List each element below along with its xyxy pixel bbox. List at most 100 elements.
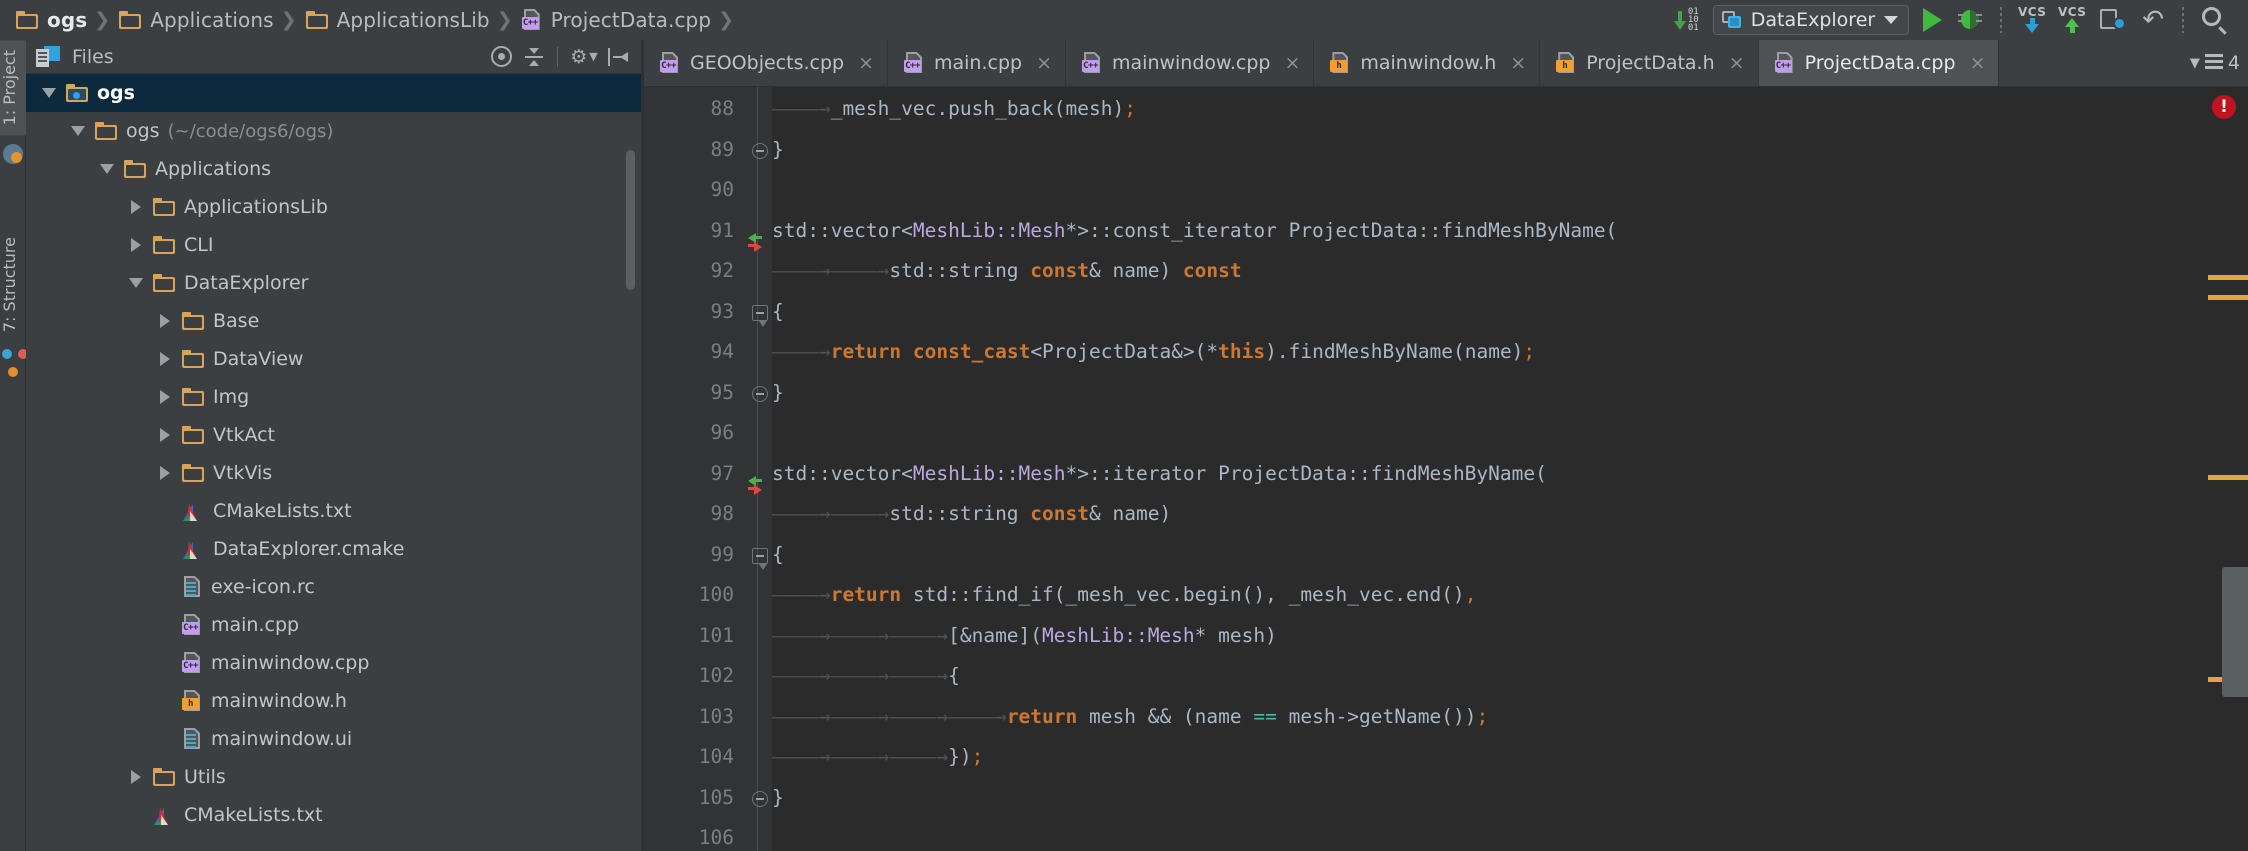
twisty-collapsed-icon[interactable] bbox=[123, 770, 149, 784]
code-editor[interactable]: 88 ————→_mesh_vec.push_back(mesh); 89} 90 91… bbox=[644, 87, 2248, 851]
tree-item[interactable]: CLI bbox=[26, 226, 641, 264]
file-tree-scrollbar[interactable] bbox=[626, 150, 635, 290]
twisty-expanded-icon[interactable] bbox=[36, 88, 62, 98]
code-token: *>::const_iterator bbox=[1065, 218, 1289, 242]
twisty-expanded-icon[interactable] bbox=[65, 126, 91, 136]
editor-tab-projectdata-h[interactable]: h ProjectData.h × bbox=[1540, 40, 1759, 86]
tree-item[interactable]: C++ mainwindow.cpp bbox=[26, 644, 641, 682]
tree-item[interactable]: CMakeLists.txt bbox=[26, 796, 641, 834]
tree-item[interactable]: Utils bbox=[26, 758, 641, 796]
editor-tab-label: mainwindow.cpp bbox=[1112, 52, 1271, 74]
close-icon[interactable]: × bbox=[1510, 52, 1526, 74]
tree-item[interactable]: DataView bbox=[26, 340, 641, 378]
breadcrumb-item-projectdata-cpp[interactable]: C++ ProjectData.cpp bbox=[516, 0, 715, 40]
debug-button[interactable] bbox=[1950, 3, 1990, 37]
code-line-row bbox=[644, 778, 2248, 819]
override-marker-icon[interactable] bbox=[744, 221, 766, 252]
code-token: } bbox=[772, 785, 784, 809]
scroll-from-source-icon[interactable] bbox=[486, 44, 516, 70]
twisty-expanded-icon[interactable] bbox=[123, 278, 149, 288]
warning-stripe[interactable] bbox=[2208, 295, 2248, 300]
tree-item[interactable]: Applications bbox=[26, 150, 641, 188]
tree-item[interactable]: Base bbox=[26, 302, 641, 340]
twisty-collapsed-icon[interactable] bbox=[123, 200, 149, 214]
search-everywhere-button[interactable] bbox=[2194, 3, 2236, 37]
twisty-collapsed-icon[interactable] bbox=[152, 352, 178, 366]
close-icon[interactable]: × bbox=[1970, 52, 1986, 74]
tree-item-label: ogs bbox=[97, 82, 135, 104]
run-configuration-selector[interactable]: DataExplorer bbox=[1712, 5, 1910, 35]
editor-tab-projectdata-cpp[interactable]: C++ ProjectData.cpp × bbox=[1758, 40, 2000, 86]
tree-item[interactable]: VtkVis bbox=[26, 454, 641, 492]
code-line: { bbox=[772, 292, 784, 333]
warning-stripe[interactable] bbox=[2208, 275, 2248, 280]
close-icon[interactable]: × bbox=[1036, 52, 1052, 74]
sidebar-item-structure[interactable]: 7: Structure bbox=[0, 227, 26, 342]
tree-item[interactable]: exe-icon.rc bbox=[26, 568, 641, 606]
tree-item[interactable]: C++ main.cpp bbox=[26, 606, 641, 644]
editor-tab-mainwindow-h[interactable]: h mainwindow.h × bbox=[1314, 40, 1541, 86]
tree-item[interactable]: ogs bbox=[26, 74, 641, 112]
close-icon[interactable]: × bbox=[1729, 52, 1745, 74]
tree-item[interactable]: DataExplorer bbox=[26, 264, 641, 302]
code-token: return bbox=[1006, 704, 1078, 728]
twisty-expanded-icon[interactable] bbox=[94, 164, 120, 174]
breadcrumb-separator-icon: ❯ bbox=[496, 9, 513, 31]
fold-end-icon[interactable] bbox=[747, 780, 771, 816]
override-marker-icon[interactable] bbox=[744, 464, 766, 495]
vcs-rollback-button[interactable]: ↶ bbox=[2134, 3, 2172, 37]
run-button[interactable] bbox=[1915, 3, 1950, 37]
twisty-collapsed-icon[interactable] bbox=[152, 428, 178, 442]
tree-item[interactable]: ApplicationsLib bbox=[26, 188, 641, 226]
code-line-row bbox=[644, 292, 2248, 333]
chevron-down-icon bbox=[1884, 16, 1899, 24]
fold-collapse-icon[interactable] bbox=[747, 294, 771, 330]
close-icon[interactable]: × bbox=[1284, 52, 1300, 74]
twisty-collapsed-icon[interactable] bbox=[152, 466, 178, 480]
hide-panel-icon[interactable] bbox=[603, 44, 633, 70]
twisty-collapsed-icon[interactable] bbox=[123, 238, 149, 252]
vcs-update-label: VCS bbox=[2017, 5, 2047, 19]
code-token: ————→————→————→ bbox=[772, 664, 949, 687]
tree-item[interactable]: Img bbox=[26, 378, 641, 416]
collapse-all-icon[interactable] bbox=[520, 44, 550, 70]
sidebar-item-project[interactable]: 1: Project bbox=[0, 40, 26, 136]
editor-tabs-overflow[interactable]: ▼ 4 bbox=[2182, 40, 2248, 86]
editor-tab-mainwindow-cpp[interactable]: C++ mainwindow.cpp × bbox=[1066, 40, 1315, 86]
tree-item-label: Applications bbox=[155, 158, 272, 180]
fold-end-icon[interactable] bbox=[747, 132, 771, 168]
code-line: ————→_mesh_vec.push_back(mesh); bbox=[772, 89, 1136, 130]
vcs-commit-button[interactable]: VCS bbox=[2052, 3, 2092, 37]
editor-tab-main-cpp[interactable]: C++ main.cpp × bbox=[888, 40, 1067, 86]
marker-gutter[interactable]: ! bbox=[2186, 87, 2248, 851]
tree-item-label: CLI bbox=[184, 234, 214, 256]
breadcrumb-item-ogs[interactable]: ogs bbox=[10, 0, 91, 40]
tree-item[interactable]: mainwindow.ui bbox=[26, 720, 641, 758]
breadcrumb-item-applications[interactable]: Applications bbox=[113, 0, 277, 40]
twisty-collapsed-icon[interactable] bbox=[152, 390, 178, 404]
editor-scrollbar-thumb[interactable] bbox=[2222, 567, 2248, 697]
tab-project-label: 1: Project bbox=[0, 50, 19, 126]
code-token: MeshLib::Mesh bbox=[912, 218, 1066, 242]
tree-item[interactable]: VtkAct bbox=[26, 416, 641, 454]
tree-item[interactable]: DataExplorer.cmake bbox=[26, 530, 641, 568]
cpp-file-icon: C++ bbox=[660, 52, 680, 74]
twisty-collapsed-icon[interactable] bbox=[152, 314, 178, 328]
tree-item[interactable]: ogs (~/code/ogs6/ogs) bbox=[26, 112, 641, 150]
fold-collapse-icon[interactable] bbox=[747, 537, 771, 573]
binary-icon: 01 10 01 bbox=[1687, 7, 1699, 33]
fold-end-icon[interactable] bbox=[747, 375, 771, 411]
settings-gear-icon[interactable]: ⚙ ▼ bbox=[569, 44, 599, 70]
update-project-button[interactable]: 01 10 01 bbox=[1666, 3, 1707, 37]
error-badge[interactable]: ! bbox=[2212, 95, 2236, 119]
vcs-history-button[interactable] bbox=[2092, 3, 2134, 37]
file-tree[interactable]: ogs ogs (~/code/ogs6/ogs) Applications Appli… bbox=[26, 74, 641, 851]
close-icon[interactable]: × bbox=[858, 52, 874, 74]
tree-item[interactable]: CMakeLists.txt bbox=[26, 492, 641, 530]
warning-stripe[interactable] bbox=[2208, 475, 2248, 480]
code-line: ————→————→————→}); bbox=[772, 737, 983, 778]
vcs-update-button[interactable]: VCS bbox=[2012, 3, 2052, 37]
editor-tab-geoobjects-cpp[interactable]: C++ GEOObjects.cpp × bbox=[644, 40, 888, 86]
breadcrumb-item-applicationslib[interactable]: ApplicationsLib bbox=[300, 0, 494, 40]
tree-item[interactable]: h mainwindow.h bbox=[26, 682, 641, 720]
